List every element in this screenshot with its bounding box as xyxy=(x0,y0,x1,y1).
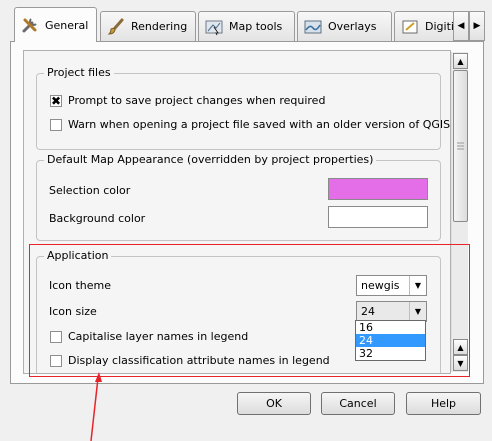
tab-rendering[interactable]: Rendering xyxy=(100,11,196,41)
tab-label: Digitiz xyxy=(425,20,454,33)
scrollbar-thumb[interactable] xyxy=(453,70,468,222)
checkbox-label: Prompt to save project changes when requ… xyxy=(68,94,326,107)
tab-label: Rendering xyxy=(131,20,188,33)
chevron-right-icon: ▶ xyxy=(473,21,481,31)
selection-color-label: Selection color xyxy=(49,184,131,197)
tab-label: General xyxy=(45,18,89,32)
chevron-left-icon: ◀ xyxy=(457,21,465,31)
tab-label: Overlays xyxy=(328,20,377,33)
tab-overlays[interactable]: Overlays xyxy=(297,11,392,41)
project-files-group: Project files ✖ Prompt to save project c… xyxy=(36,66,450,150)
group-title: Project files xyxy=(44,66,114,79)
button-label: Cancel xyxy=(339,397,377,410)
background-color-label: Background color xyxy=(49,212,146,225)
annotation-arrow-icon xyxy=(90,372,102,441)
tab-scroll-right-button[interactable]: ▶ xyxy=(469,11,485,41)
selection-color-button[interactable] xyxy=(328,178,428,200)
background-color-button[interactable] xyxy=(328,206,428,228)
options-dialog: General Rendering Map tools Overlays Dig… xyxy=(0,0,492,441)
cancel-button[interactable]: Cancel xyxy=(321,392,395,415)
check-icon: ✖ xyxy=(50,93,62,108)
tools-icon xyxy=(21,16,39,34)
checkbox-label: Warn when opening a project file saved w… xyxy=(68,118,451,131)
tab-map-tools[interactable]: Map tools xyxy=(198,11,295,41)
tab-general[interactable]: General xyxy=(14,7,97,42)
checkbox-checked[interactable]: ✖ xyxy=(50,93,62,108)
group-title: Default Map Appearance (overridden by pr… xyxy=(44,153,377,166)
checkbox[interactable] xyxy=(50,118,62,131)
warn-older-version-checkbox[interactable]: Warn when opening a project file saved w… xyxy=(50,118,450,131)
map-tools-icon xyxy=(205,18,223,36)
help-button[interactable]: Help xyxy=(406,392,481,415)
button-label: Help xyxy=(430,397,457,410)
overlays-icon xyxy=(304,18,322,36)
ok-button[interactable]: OK xyxy=(237,392,311,415)
brush-icon xyxy=(107,18,125,36)
chevron-up-icon: ▲ xyxy=(457,56,464,66)
button-label: OK xyxy=(266,397,282,410)
grip-icon xyxy=(457,142,464,150)
annotation-highlight-box xyxy=(29,244,470,377)
map-appearance-group: Default Map Appearance (overridden by pr… xyxy=(36,153,441,241)
tab-scroll-left-button[interactable]: ◀ xyxy=(453,11,469,41)
digitizing-icon xyxy=(401,18,419,36)
tab-digitizing[interactable]: Digitiz xyxy=(394,11,454,41)
prompt-save-checkbox[interactable]: ✖ Prompt to save project changes when re… xyxy=(50,94,325,107)
scroll-up-button[interactable]: ▲ xyxy=(453,53,468,69)
tab-label: Map tools xyxy=(229,20,283,33)
